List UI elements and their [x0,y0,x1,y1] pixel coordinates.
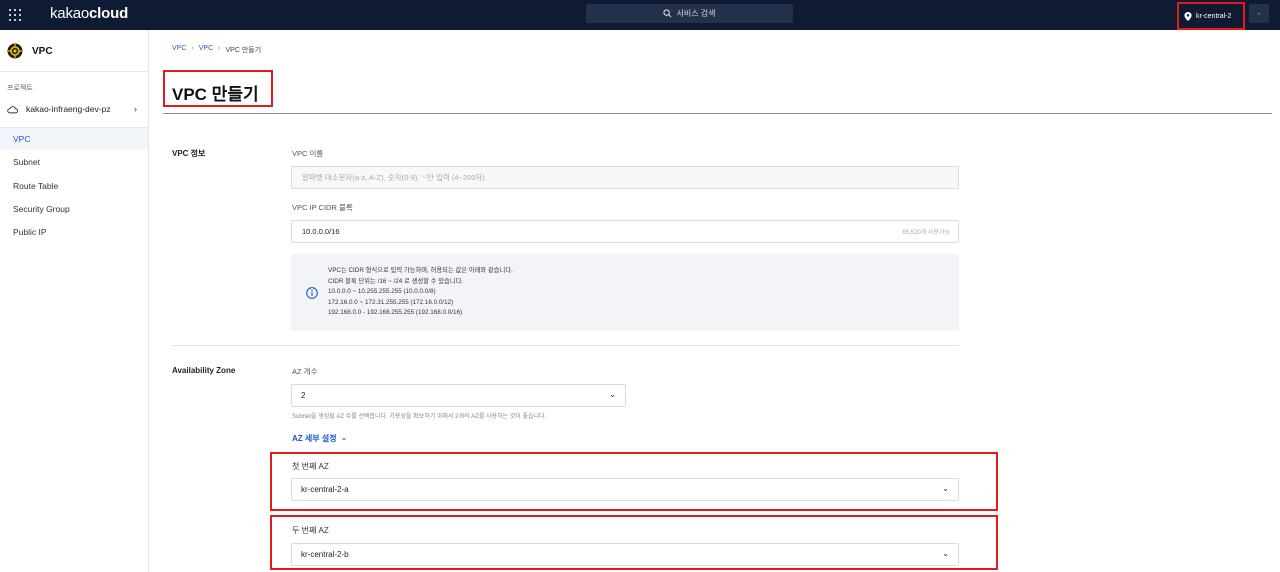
chevron-down-icon: ⌄ [609,390,616,399]
title-divider [163,113,1272,114]
second-az-label: 두 번째 AZ [292,526,329,535]
chevron-right-icon: › [134,104,137,114]
breadcrumb-link-vpc[interactable]: VPC [172,45,186,55]
vpc-cidr-value: 10.0.0.0/16 [302,227,340,236]
az-count-hint: Subnet을 생성할 AZ 수를 선택합니다. 가용성을 확보하기 위해서 2… [292,414,547,420]
vpc-name-label: VPC 이름 [292,149,324,158]
page-title: VPC 만들기 [172,85,259,104]
vpc-name-input[interactable]: 알파벳 대소문자(a-z, A-Z), 숫자(0-9), '-'만 입력 (4~… [291,166,959,189]
app-grid-icon[interactable] [9,9,21,21]
vpc-cidr-label: VPC IP CIDR 블록 [292,203,353,212]
sidebar-divider [0,71,148,72]
first-az-select[interactable]: kr-central-2-a ⌄ [291,478,959,501]
search-label: 서비스 검색 [676,9,716,18]
info-line: 172.16.0.0 ~ 172.31.255.255 (172.16.0.0/… [328,298,454,306]
breadcrumb-link-vpc-list[interactable]: VPC [199,45,213,55]
search-icon [663,9,672,18]
sidebar-item-label: Subnet [13,157,40,167]
project-selector[interactable]: kakao-infraeng-dev-pz › [7,104,139,114]
info-text: VPC는 CIDR 형식으로 입력 가능하며, 허용되는 값은 아래와 같습니다… [328,266,513,319]
section-divider [172,345,959,346]
region-selector[interactable]: kr-central-2 [1177,2,1245,30]
project-name: kakao-infraeng-dev-pz [26,104,111,114]
location-pin-icon [1184,11,1192,21]
service-search-button[interactable]: 서비스 검색 [586,4,793,23]
breadcrumb-current: VPC 만들기 [225,47,262,54]
logo-light-text: kakao [50,5,90,22]
cidr-info-box: VPC는 CIDR 형식으로 입력 가능하며, 허용되는 값은 아래와 같습니다… [291,254,959,331]
info-line: 192.168.0.0 - 192.168.255.255 (192.168.0… [328,309,463,317]
breadcrumb: VPC › VPC › VPC 만들기 [172,45,261,55]
breadcrumb-separator: › [218,45,221,52]
az-detail-toggle[interactable]: AZ 세부 설정 ⌄ [292,433,347,444]
chevron-down-icon: ⌄ [340,433,348,442]
first-az-label: 첫 번째 AZ [292,462,329,471]
top-bar: kakaocloud 서비스 검색 kr-central-2 - [0,0,1280,30]
info-icon [306,287,318,299]
sidebar-item-route-table[interactable]: Route Table [0,175,148,197]
chevron-down-icon: ⌄ [942,549,949,558]
section-label-availability-zone: Availability Zone [172,366,236,375]
info-line: VPC는 CIDR 형식으로 입력 가능하며, 허용되는 값은 아래와 같습니다… [328,267,513,274]
sidebar-item-security-group[interactable]: Security Group [0,198,148,220]
section-label-vpc-info: VPC 정보 [172,149,206,158]
vpc-name-placeholder: 알파벳 대소문자(a-z, A-Z), 숫자(0-9), '-'만 입력 (4~… [302,173,485,182]
user-menu-button[interactable]: - [1249,4,1269,23]
logo[interactable]: kakaocloud [50,5,128,22]
service-name: VPC [32,45,53,57]
project-label: 프로젝트 [7,85,33,92]
service-header: VPC [7,43,53,59]
sidebar-item-label: Route Table [13,181,59,191]
first-az-value: kr-central-2-a [301,485,349,494]
region-label: kr-central-2 [1196,12,1232,20]
second-az-select[interactable]: kr-central-2-b ⌄ [291,543,959,566]
sidebar-item-vpc[interactable]: VPC [0,128,148,150]
az-count-select[interactable]: 2 ⌄ [291,384,626,407]
sidebar: VPC 프로젝트 kakao-infraeng-dev-pz › VPC Sub… [0,30,149,572]
second-az-value: kr-central-2-b [301,550,349,559]
sidebar-item-label: Public IP [13,227,47,237]
info-line: 10.0.0.0 ~ 10.255.255.255 (10.0.0.0/8) [328,288,436,296]
cidr-available-count: 65,520개 사용가능 [902,230,950,236]
sidebar-item-label: Security Group [13,204,70,214]
az-detail-toggle-label: AZ 세부 설정 [292,434,337,443]
sidebar-item-subnet[interactable]: Subnet [0,151,148,173]
logo-bold-text: cloud [89,5,129,22]
az-count-label: AZ 개수 [292,367,318,376]
cloud-icon [7,105,18,113]
az-count-value: 2 [301,391,306,400]
info-line: CIDR 블록 단위는 /16 ~ /24 로 생성할 수 있습니다. [328,277,464,285]
sidebar-item-public-ip[interactable]: Public IP [0,221,148,243]
vpc-cidr-input[interactable]: 10.0.0.0/16 65,520개 사용가능 [291,220,959,243]
user-menu-label: - [1257,9,1261,18]
vpc-service-icon [7,43,23,59]
chevron-down-icon: ⌄ [942,484,949,493]
sidebar-item-label: VPC [13,134,31,144]
breadcrumb-separator: › [191,45,194,52]
